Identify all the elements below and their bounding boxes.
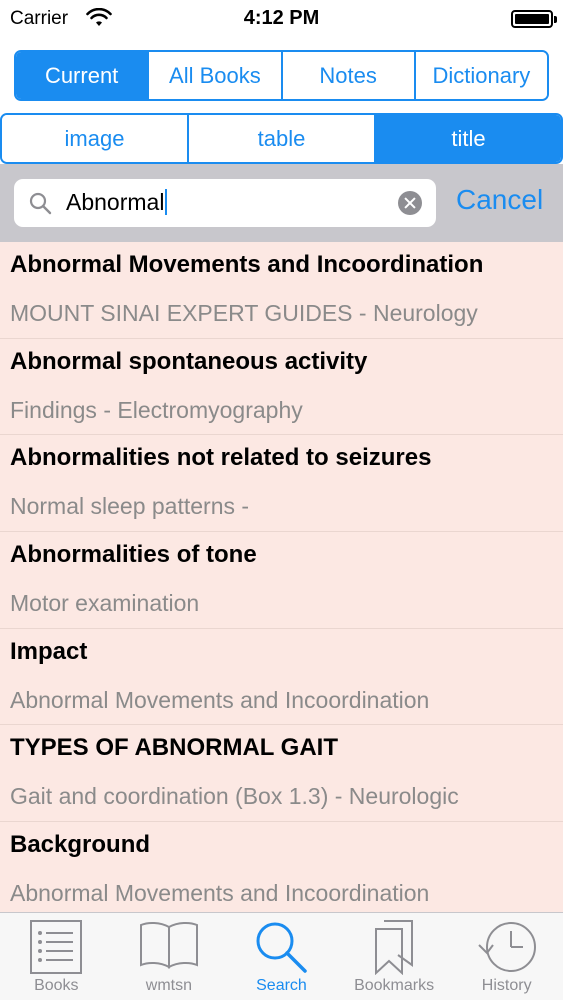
scope-tab-current[interactable]: Current [16, 52, 148, 99]
tab-search[interactable]: Search [225, 913, 338, 1000]
scope-tab-dictionary[interactable]: Dictionary [413, 52, 547, 99]
tab-label: Bookmarks [354, 977, 435, 994]
type-tab-table[interactable]: table [187, 115, 374, 162]
search-icon [256, 922, 308, 973]
tab-label: History [481, 977, 532, 994]
result-subtitle: MOUNT SINAI EXPERT GUIDES - Neurology [10, 300, 478, 326]
result-subtitle: Abnormal Movements and Incoordination [10, 880, 430, 907]
result-title: Abnormalities of tone [10, 541, 257, 569]
text-caret [165, 189, 168, 215]
list-item[interactable]: Impact Abnormal Movements and Incoordina… [0, 629, 563, 726]
results-list: Abnormal Movements and Incoordination MO… [0, 242, 563, 912]
list-item[interactable]: Abnormal spontaneous activity Findings -… [0, 339, 563, 436]
result-title: Abnormal Movements and Incoordination [10, 251, 484, 278]
search-query[interactable]: Abnormal [66, 189, 168, 216]
open-book-icon [139, 921, 198, 969]
bookmarks-icon [375, 920, 414, 975]
search-input[interactable]: Abnormal [14, 179, 436, 227]
tab-books[interactable]: Books [0, 913, 113, 1000]
scope-tab-notes[interactable]: Notes [280, 52, 414, 99]
tab-bookmarks[interactable]: Bookmarks [338, 913, 451, 1000]
result-title: Background [10, 831, 151, 859]
list-item[interactable]: Background Abnormal Movements and Incoor… [0, 822, 563, 912]
result-subtitle: Gait and coordination (Box 1.3) - Neurol… [10, 783, 459, 810]
list-item[interactable]: Abnormalities not related to seizures No… [0, 435, 563, 533]
search-bar: Abnormal Cancel [0, 164, 563, 242]
tab-wmtsn[interactable]: wmtsn [113, 913, 226, 1000]
search-icon [29, 192, 52, 215]
type-tab-title[interactable]: title [374, 115, 561, 162]
list-icon [30, 920, 83, 974]
result-subtitle: Findings - Electromyography [10, 396, 303, 423]
result-subtitle: Abnormal Movements and Incoordination [10, 686, 430, 713]
result-subtitle: Normal sleep patterns - [10, 493, 250, 520]
result-title: Impact [10, 637, 88, 665]
cancel-button[interactable]: Cancel [456, 184, 543, 216]
tab-label: Search [256, 977, 307, 994]
result-title: Abnormal spontaneous activity [10, 347, 368, 375]
tab-label: Books [34, 977, 79, 994]
result-title: TYPES OF ABNORMAL GAIT [10, 734, 339, 762]
scope-segmented-control: Current All Books Notes Dictionary [14, 50, 549, 101]
list-item[interactable]: Abnormalities of tone Motor examination [0, 532, 563, 629]
history-icon [477, 922, 536, 972]
result-subtitle: Motor examination [10, 590, 200, 617]
result-title: Abnormalities not related to seizures [10, 444, 432, 472]
battery-icon [511, 10, 557, 28]
list-item[interactable]: Abnormal Movements and Incoordination MO… [0, 242, 563, 339]
clock: 4:12 PM [243, 7, 320, 29]
clear-icon[interactable] [398, 191, 422, 215]
tab-bar: Books wmtsn Search Bookmarks History [0, 912, 563, 1000]
tab-label: wmtsn [145, 977, 192, 994]
type-tab-image[interactable]: image [2, 115, 187, 162]
type-segmented-control: image table title [0, 113, 563, 164]
tab-history[interactable]: History [450, 913, 563, 1000]
list-item[interactable]: TYPES OF ABNORMAL GAIT Gait and coordina… [0, 725, 563, 823]
scope-tab-all-books[interactable]: All Books [147, 52, 281, 99]
status-bar: Carrier 4:12 PM [0, 0, 563, 38]
